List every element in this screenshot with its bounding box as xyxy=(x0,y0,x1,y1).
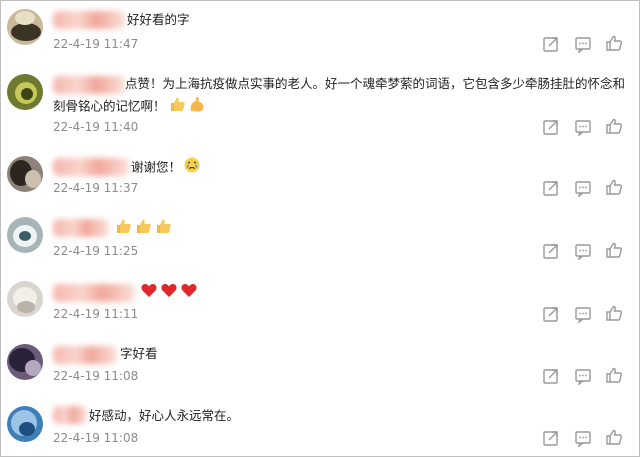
share-icon[interactable] xyxy=(542,179,560,197)
thumbs-up-emoji xyxy=(134,217,152,241)
like-icon[interactable] xyxy=(605,241,623,259)
like-icon[interactable] xyxy=(605,366,623,384)
avatar[interactable] xyxy=(7,281,43,317)
blurred-username xyxy=(53,76,125,94)
blurred-username xyxy=(53,158,129,176)
comment-text: 好感动，好心人永远常在。 xyxy=(89,408,240,423)
blurred-username xyxy=(53,11,125,29)
comment-text xyxy=(112,217,172,241)
like-icon[interactable] xyxy=(605,428,623,446)
reply-icon[interactable] xyxy=(574,118,592,136)
blurred-username xyxy=(53,284,135,302)
comment-time: 22-4-19 11:40 xyxy=(53,120,139,134)
like-icon[interactable] xyxy=(605,304,623,322)
flexed-biceps-emoji xyxy=(188,95,206,119)
reply-icon[interactable] xyxy=(574,429,592,447)
comment-text xyxy=(138,281,198,305)
reply-icon[interactable] xyxy=(574,35,592,53)
comment-list: 好好看的字 22-4-19 11:47 点赞！为上海抗疫做点实事的老人。好一个魂… xyxy=(0,0,640,457)
blurred-username xyxy=(53,219,109,237)
thumbs-up-emoji xyxy=(168,95,186,119)
share-icon[interactable] xyxy=(542,367,560,385)
avatar[interactable] xyxy=(7,156,43,192)
reply-icon[interactable] xyxy=(574,367,592,385)
share-icon[interactable] xyxy=(542,35,560,53)
reply-icon[interactable] xyxy=(574,305,592,323)
avatar[interactable] xyxy=(7,217,43,253)
comment-time: 22-4-19 11:47 xyxy=(53,37,139,51)
thumbs-up-emoji xyxy=(154,217,172,241)
comment-text-continued: 刻骨铭心的记忆啊！ xyxy=(53,95,206,119)
comment-text-content: 谢谢您！ xyxy=(131,159,182,175)
comment-time: 22-4-19 11:37 xyxy=(53,181,139,195)
heart-emoji xyxy=(180,281,198,305)
comment-text: 字好看 xyxy=(120,346,158,361)
comment-time: 22-4-19 11:08 xyxy=(53,369,139,383)
share-icon[interactable] xyxy=(542,429,560,447)
like-icon[interactable] xyxy=(605,178,623,196)
like-icon[interactable] xyxy=(605,34,623,52)
heart-emoji xyxy=(160,281,178,305)
avatar[interactable] xyxy=(7,406,43,442)
like-icon[interactable] xyxy=(605,117,623,135)
crying-face-emoji xyxy=(183,156,201,180)
heart-emoji xyxy=(140,281,158,305)
comment-time: 22-4-19 11:25 xyxy=(53,244,139,258)
comment-time: 22-4-19 11:11 xyxy=(53,307,139,321)
share-icon[interactable] xyxy=(542,118,560,136)
comment-time: 22-4-19 11:08 xyxy=(53,431,139,445)
share-icon[interactable] xyxy=(542,305,560,323)
blurred-username xyxy=(53,406,87,424)
comment-text-line2: 刻骨铭心的记忆啊！ xyxy=(53,98,166,114)
avatar[interactable] xyxy=(7,9,43,45)
avatar[interactable] xyxy=(7,74,43,110)
avatar[interactable] xyxy=(7,344,43,380)
reply-icon[interactable] xyxy=(574,242,592,260)
share-icon[interactable] xyxy=(542,242,560,260)
reply-icon[interactable] xyxy=(574,179,592,197)
thumbs-up-emoji xyxy=(114,217,132,241)
blurred-username xyxy=(53,346,117,364)
comment-text: 好好看的字 xyxy=(127,12,190,27)
comment-text: 点赞！为上海抗疫做点实事的老人。好一个魂牵梦萦的词语，它包含多少牵肠挂肚的怀念和 xyxy=(125,76,626,91)
comment-text: 谢谢您！ xyxy=(131,156,201,180)
